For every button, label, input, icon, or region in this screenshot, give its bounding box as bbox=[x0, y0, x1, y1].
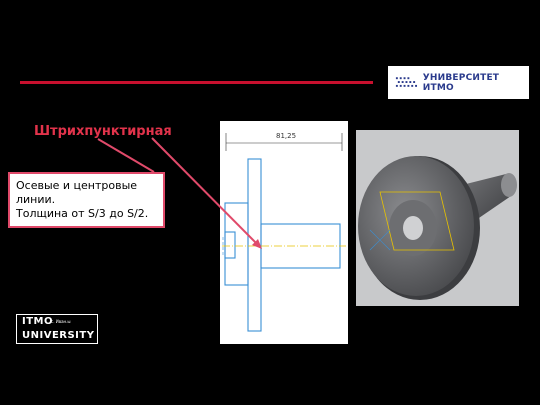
itmo-university-logo: ITMO с. Иван.ы UNIVERSITY bbox=[16, 314, 98, 344]
callout-arrows bbox=[97, 137, 262, 249]
logo-line-1: ITMO bbox=[22, 316, 53, 327]
logo-line-2: UNIVERSITY bbox=[22, 330, 95, 341]
logo-line-1-small: с. Иван.ы bbox=[51, 319, 71, 324]
